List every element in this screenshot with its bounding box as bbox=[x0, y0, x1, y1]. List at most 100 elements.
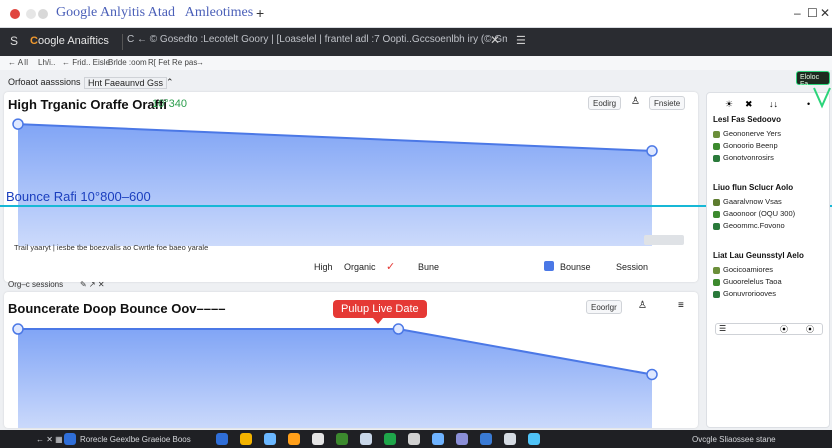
taskbar-app-icon[interactable] bbox=[312, 433, 324, 445]
menu-icon[interactable]: S bbox=[10, 34, 18, 48]
legend-bune: Bune bbox=[418, 262, 440, 272]
taskbar-app-icon[interactable] bbox=[336, 433, 348, 445]
taskbar-app-icon[interactable] bbox=[384, 433, 396, 445]
chart-area bbox=[18, 124, 652, 246]
breadcrumb: Orfoaot aasssions Hnt Faeaunvd Gss ⌃ bbox=[0, 74, 700, 90]
traffic-area-chart bbox=[12, 118, 658, 246]
address-close-icon[interactable]: ✕ bbox=[490, 33, 500, 47]
taskbar-app-icon[interactable] bbox=[264, 433, 276, 445]
legend-organic: Organic bbox=[344, 262, 376, 272]
chart-point bbox=[12, 323, 24, 335]
list-item[interactable]: Gaaralvnow Vsas bbox=[713, 197, 782, 206]
maximize-icon[interactable]: ☐ bbox=[807, 6, 818, 20]
taskbar-left-icons[interactable]: ← ✕ ▦ bbox=[36, 435, 63, 444]
chevron-up-icon[interactable]: ⌃ bbox=[166, 77, 174, 88]
subbar-item[interactable]: Brlde :oom bbox=[108, 58, 147, 67]
subbar-item[interactable]: Il bbox=[24, 58, 28, 67]
list-item[interactable]: Gonoorio Beenp bbox=[713, 141, 778, 150]
taskbar-app-icon[interactable] bbox=[432, 433, 444, 445]
leaf-icon bbox=[713, 198, 720, 206]
leaf-icon bbox=[713, 154, 720, 162]
chart-point bbox=[392, 323, 405, 335]
taskbar-app-icon[interactable] bbox=[216, 433, 228, 445]
right-sidebar: ☀ ✖ ↓↓ • Lesl Fas Sedoovo Geononerve Yer… bbox=[706, 92, 830, 428]
list-item[interactable]: Guoorelelus Taoa bbox=[713, 277, 782, 286]
menu-icon[interactable]: ☰ bbox=[719, 324, 726, 333]
chart-point bbox=[646, 368, 658, 381]
chart-tooltip: Pulup Live Date bbox=[333, 300, 427, 324]
leaf-icon bbox=[713, 290, 720, 298]
leaf-icon bbox=[713, 142, 720, 150]
taskbar-app-icon[interactable] bbox=[504, 433, 516, 445]
list-item[interactable]: Gocicoamiores bbox=[713, 265, 773, 274]
sidebar-heading: Lesl Fas Sedoovo bbox=[713, 115, 782, 124]
bookmark-bar: ← A Il Lh/i.. ← Frid.. Eisle Brlde :oom … bbox=[0, 56, 832, 70]
leaf-icon bbox=[713, 210, 720, 218]
subbar-item[interactable]: R[ Fet Re pas bbox=[148, 58, 197, 67]
section-crumb[interactable]: Org–c sessions bbox=[8, 280, 63, 289]
target-icon[interactable]: ⦿ bbox=[780, 324, 788, 335]
app-brand: Coogle Anaiftics bbox=[30, 35, 109, 47]
close-dot-icon[interactable] bbox=[10, 9, 20, 19]
legend-swatch bbox=[544, 261, 554, 271]
close-icon[interactable]: ✖ bbox=[745, 99, 753, 110]
list-item[interactable]: Geononerve Yers bbox=[713, 129, 781, 138]
target-icon[interactable]: ⦿ bbox=[806, 324, 814, 335]
window-titlebar: Google Anlyitis Atad Amleotimes + – ☐ ✕ bbox=[0, 0, 832, 28]
sidebar-heading: Liuo flun Sclucr Aolo bbox=[713, 183, 794, 192]
taskbar-app-icon[interactable] bbox=[480, 433, 492, 445]
taskbar-app-icon[interactable] bbox=[456, 433, 468, 445]
crumb-sessions[interactable]: Orfoaot aasssions bbox=[8, 77, 81, 87]
chart-area bbox=[18, 329, 652, 428]
taskbar-app-icon[interactable] bbox=[408, 433, 420, 445]
chart-footnote: Trail yaaryt | iesbe tbe boezvalis ao Cw… bbox=[14, 243, 209, 252]
subbar-item[interactable]: → bbox=[196, 58, 204, 67]
os-taskbar: ← ✕ ▦ Rorecle Geexlbe Graeioe Boos Ovcgl… bbox=[0, 430, 832, 448]
minimize-dot-icon[interactable] bbox=[26, 9, 36, 19]
legend-flag-icon: ✓ bbox=[386, 261, 396, 273]
leaf-icon bbox=[713, 130, 720, 138]
scroll-thumb[interactable] bbox=[644, 235, 684, 245]
chart-point bbox=[12, 118, 24, 130]
live-button[interactable]: Eloloc Fa bbox=[796, 71, 830, 88]
close-icon[interactable]: ✕ bbox=[820, 6, 830, 20]
section-crumb-icons[interactable]: ✎ ↗ ✕ bbox=[80, 280, 105, 289]
maximize-dot-icon[interactable] bbox=[38, 9, 48, 19]
sun-icon[interactable]: ☀ bbox=[725, 99, 733, 110]
brand-suffix: Anaiftics bbox=[67, 35, 109, 47]
leaf-icon bbox=[713, 278, 720, 286]
subbar-item[interactable]: Lh/i.. bbox=[38, 58, 55, 67]
address-bar[interactable]: C ← © Gosedto :Lecotelt Goory | [Loasele… bbox=[122, 34, 507, 50]
list-item[interactable]: Geoommc.Fovono bbox=[713, 221, 785, 230]
list-item[interactable]: Gaoonoor (OQU 300) bbox=[713, 209, 795, 218]
legend-high: High bbox=[314, 262, 333, 272]
brand-name: oogle bbox=[37, 35, 65, 47]
app-icon[interactable] bbox=[64, 433, 76, 445]
legend-session: Session bbox=[616, 262, 649, 272]
browser-toolbar: S Coogle Anaiftics C ← © Gosedto :Lecote… bbox=[0, 28, 832, 56]
browser-tab-title[interactable]: Google Anlyitis Atad Amleotimes bbox=[56, 5, 253, 21]
minimize-icon[interactable]: – bbox=[794, 6, 801, 20]
subbar-item[interactable]: ← A bbox=[8, 58, 23, 67]
sidebar-heading: Liat Lau Geunsstyl Aelo bbox=[713, 251, 804, 260]
leaf-icon bbox=[713, 222, 720, 230]
sidebar-search-input[interactable]: ☰ ⦿ ⦿ bbox=[715, 323, 823, 335]
crumb-dropdown[interactable]: Hnt Faeaunvd Gss bbox=[84, 77, 168, 89]
sort-icon[interactable]: ↓↓ bbox=[769, 99, 778, 109]
dot-icon[interactable]: • bbox=[807, 99, 810, 109]
brand-g: C bbox=[30, 35, 38, 47]
subbar-item[interactable]: ← Frid.. Eisle bbox=[62, 58, 110, 67]
green-check-icon bbox=[813, 87, 831, 109]
new-tab-button[interactable]: + bbox=[256, 5, 264, 21]
taskbar-app-icon[interactable] bbox=[288, 433, 300, 445]
taskbar-search[interactable]: Rorecle Geexlbe Graeioe Boos bbox=[80, 435, 191, 444]
crosshair-label: Bounce Rafi 10°800–600 bbox=[6, 189, 151, 204]
legend-bounce: Bounse bbox=[560, 262, 591, 272]
extension-icon[interactable]: ☰ bbox=[516, 34, 526, 47]
taskbar-status: Ovcgle Sliaossee stane bbox=[692, 435, 776, 444]
taskbar-app-icon[interactable] bbox=[360, 433, 372, 445]
list-item[interactable]: Gonuvroriooves bbox=[713, 289, 776, 298]
list-item[interactable]: Gonotvonrosirs bbox=[713, 153, 774, 162]
taskbar-app-icon[interactable] bbox=[528, 433, 540, 445]
taskbar-app-icon[interactable] bbox=[240, 433, 252, 445]
